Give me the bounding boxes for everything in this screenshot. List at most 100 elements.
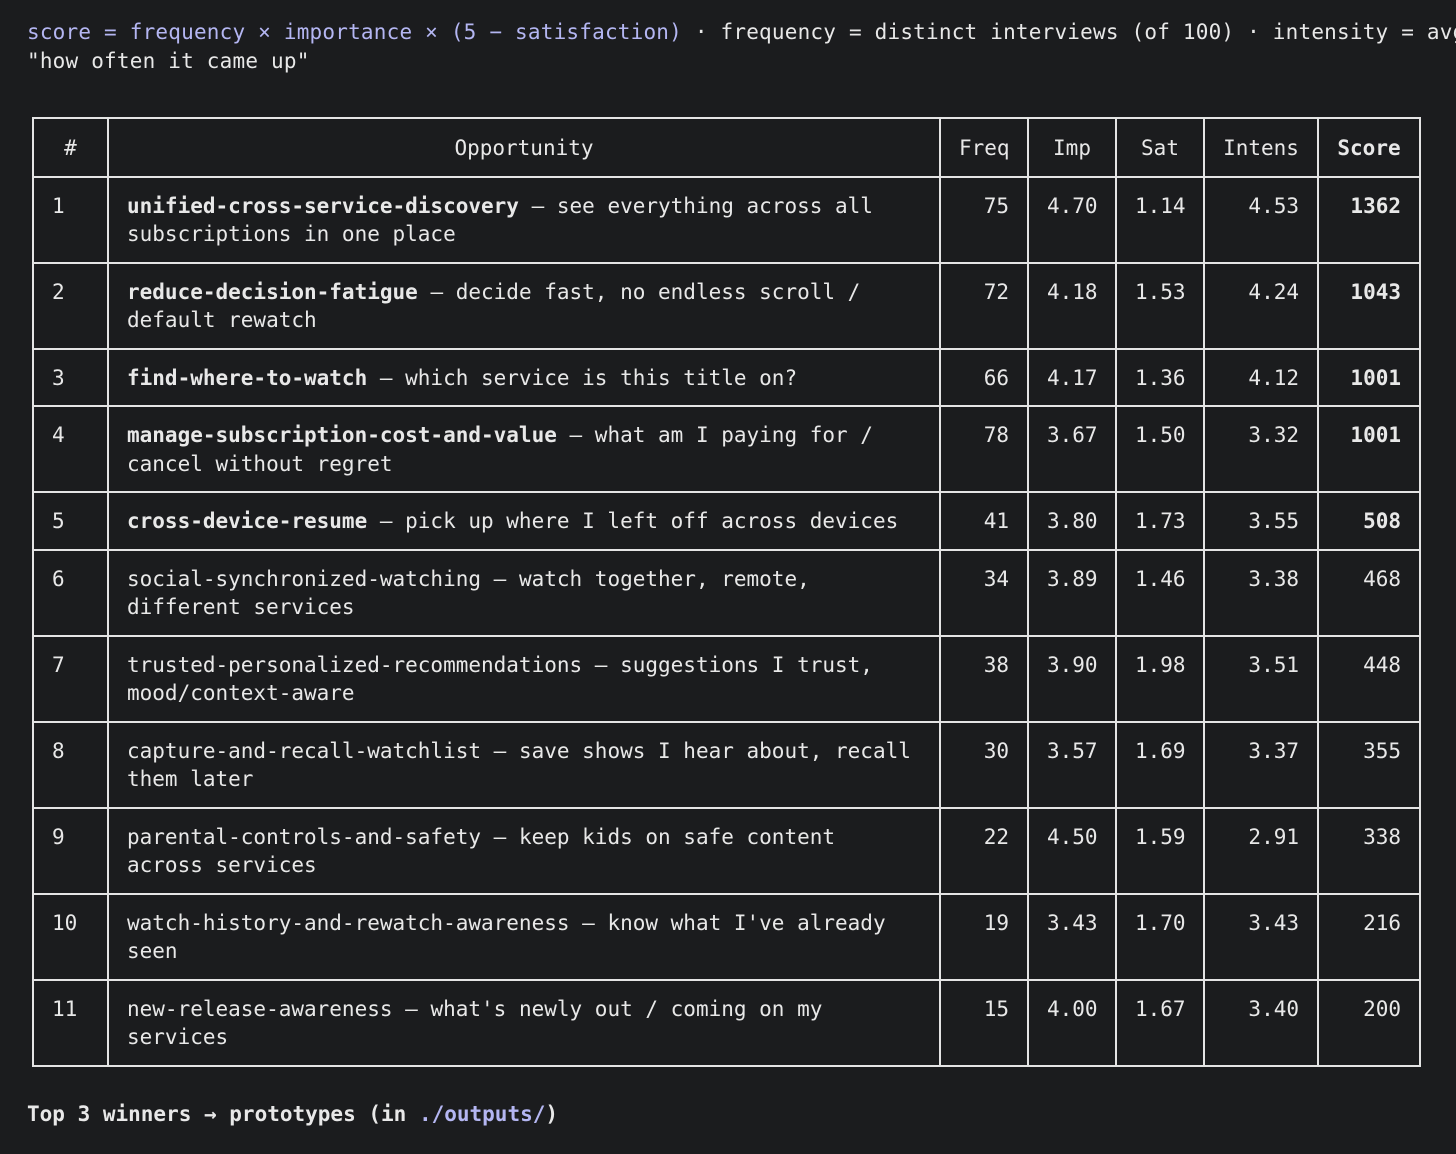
opportunity-cell: unified-cross-service-discovery — see ev… bbox=[107, 175, 941, 264]
score-cell: 508 bbox=[1317, 491, 1421, 551]
freq-cell: 34 bbox=[939, 548, 1029, 637]
intens-cell: 3.32 bbox=[1203, 405, 1319, 493]
col-header-freq: Freq bbox=[939, 117, 1029, 178]
opportunity-name: reduce-decision-fatigue bbox=[127, 279, 418, 304]
freq-cell: 30 bbox=[939, 720, 1029, 809]
imp-cell: 3.90 bbox=[1027, 634, 1117, 723]
rank-cell: 9 bbox=[32, 806, 109, 895]
sat-cell: 1.50 bbox=[1115, 405, 1205, 493]
formula-header: score = frequency × importance × (5 − sa… bbox=[27, 18, 1456, 76]
intens-cell: 4.12 bbox=[1203, 347, 1319, 407]
sat-cell: 1.69 bbox=[1115, 720, 1205, 809]
sat-cell: 1.46 bbox=[1115, 548, 1205, 637]
opportunity-description: — pick up where I left off across device… bbox=[367, 509, 899, 533]
table-row: 9 parental-controls-and-safety — keep kid… bbox=[32, 806, 1421, 895]
separator: · bbox=[682, 20, 721, 44]
sat-cell: 1.73 bbox=[1115, 491, 1205, 551]
score-cell: 448 bbox=[1317, 634, 1421, 723]
footer-suffix: ) bbox=[545, 1102, 559, 1126]
rank-cell: 4 bbox=[32, 405, 109, 493]
opportunity-name: find-where-to-watch bbox=[127, 365, 368, 390]
sat-cell: 1.98 bbox=[1115, 634, 1205, 723]
score-cell: 1001 bbox=[1317, 405, 1421, 493]
intensity-definition: intensity = avg bbox=[1272, 20, 1456, 44]
opportunity-name: capture-and-recall-watchlist bbox=[127, 738, 482, 763]
sat-cell: 1.70 bbox=[1115, 892, 1205, 981]
table-row: 8 capture-and-recall-watchlist — save sho… bbox=[32, 720, 1421, 809]
table-row: 5 cross-device-resume — pick up where I l… bbox=[32, 491, 1421, 551]
table-row: 1 unified-cross-service-discovery — see e… bbox=[32, 175, 1421, 264]
freq-cell: 66 bbox=[939, 347, 1029, 407]
opportunity-name: manage-subscription-cost-and-value bbox=[127, 423, 557, 447]
score-cell: 338 bbox=[1317, 806, 1421, 895]
table-row: 4 manage-subscription-cost-and-value — wh… bbox=[32, 405, 1421, 493]
table-row: 3 find-where-to-watch — which service is … bbox=[32, 347, 1421, 407]
sat-cell: 1.53 bbox=[1115, 261, 1205, 350]
score-cell: 355 bbox=[1317, 720, 1421, 809]
opportunity-cell: new-release-awareness — what's newly out… bbox=[107, 978, 941, 1067]
outputs-path: ./outputs/ bbox=[418, 1102, 546, 1126]
freq-cell: 15 bbox=[939, 978, 1029, 1067]
opportunity-name: unified-cross-service-discovery bbox=[127, 193, 519, 218]
frequency-definition: frequency = distinct interviews (of 100) bbox=[720, 20, 1235, 44]
sat-cell: 1.36 bbox=[1115, 347, 1205, 407]
score-formula: score = frequency × importance × (5 − sa… bbox=[27, 20, 682, 44]
rank-cell: 5 bbox=[32, 491, 109, 551]
rank-cell: 2 bbox=[32, 261, 109, 350]
rank-cell: 6 bbox=[32, 548, 109, 637]
sat-cell: 1.67 bbox=[1115, 978, 1205, 1067]
opportunity-cell: find-where-to-watch — which service is t… bbox=[107, 347, 941, 407]
col-header-score: Score bbox=[1317, 117, 1421, 178]
rank-cell: 7 bbox=[32, 634, 109, 723]
opportunity-cell: capture-and-recall-watchlist — save show… bbox=[107, 720, 941, 809]
intens-cell: 4.53 bbox=[1203, 175, 1319, 264]
table-row: 2 reduce-decision-fatigue — decide fast, … bbox=[32, 261, 1421, 350]
score-cell: 468 bbox=[1317, 548, 1421, 637]
opportunity-cell: parental-controls-and-safety — keep kids… bbox=[107, 806, 941, 895]
opportunity-cell: social-synchronized-watching — watch tog… bbox=[107, 548, 941, 637]
score-cell: 1362 bbox=[1317, 175, 1421, 264]
sat-cell: 1.59 bbox=[1115, 806, 1205, 895]
intens-cell: 2.91 bbox=[1203, 806, 1319, 895]
opportunity-name: cross-device-resume bbox=[127, 509, 368, 533]
footer-note: Top 3 winners → prototypes (in ./outputs… bbox=[27, 1102, 558, 1126]
intens-cell: 3.38 bbox=[1203, 548, 1319, 637]
imp-cell: 4.17 bbox=[1027, 347, 1117, 407]
score-cell: 1001 bbox=[1317, 347, 1421, 407]
opportunity-name: new-release-awareness bbox=[127, 996, 393, 1021]
opportunity-table: # Opportunity Freq Imp Sat Intens Score … bbox=[32, 117, 1421, 1067]
col-header-opportunity: Opportunity bbox=[107, 117, 941, 178]
score-cell: 216 bbox=[1317, 892, 1421, 981]
opportunity-cell: trusted-personalized-recommendations — s… bbox=[107, 634, 941, 723]
table-row: 6 social-synchronized-watching — watch to… bbox=[32, 548, 1421, 637]
intensity-definition-continued: "how often it came up" bbox=[27, 49, 310, 73]
opportunity-description: — which service is this title on? bbox=[367, 365, 798, 390]
imp-cell: 4.18 bbox=[1027, 261, 1117, 350]
opportunity-cell: watch-history-and-rewatch-awareness — kn… bbox=[107, 892, 941, 981]
opportunity-cell: cross-device-resume — pick up where I le… bbox=[107, 491, 941, 551]
intens-cell: 3.43 bbox=[1203, 892, 1319, 981]
intens-cell: 3.40 bbox=[1203, 978, 1319, 1067]
freq-cell: 38 bbox=[939, 634, 1029, 723]
freq-cell: 41 bbox=[939, 491, 1029, 551]
opportunity-cell: manage-subscription-cost-and-value — wha… bbox=[107, 405, 941, 493]
separator: · bbox=[1234, 20, 1273, 44]
score-cell: 1043 bbox=[1317, 261, 1421, 350]
rank-cell: 3 bbox=[32, 347, 109, 407]
imp-cell: 4.70 bbox=[1027, 175, 1117, 264]
col-header-intens: Intens bbox=[1203, 117, 1319, 178]
freq-cell: 75 bbox=[939, 175, 1029, 264]
imp-cell: 3.43 bbox=[1027, 892, 1117, 981]
opportunity-name: trusted-personalized-recommendations bbox=[127, 652, 583, 677]
imp-cell: 4.50 bbox=[1027, 806, 1117, 895]
intens-cell: 4.24 bbox=[1203, 261, 1319, 350]
freq-cell: 72 bbox=[939, 261, 1029, 350]
table-row: 11 new-release-awareness — what's newly o… bbox=[32, 978, 1421, 1067]
freq-cell: 78 bbox=[939, 405, 1029, 493]
score-cell: 200 bbox=[1317, 978, 1421, 1067]
imp-cell: 3.80 bbox=[1027, 491, 1117, 551]
intens-cell: 3.37 bbox=[1203, 720, 1319, 809]
sat-cell: 1.14 bbox=[1115, 175, 1205, 264]
table-row: 7 trusted-personalized-recommendations — … bbox=[32, 634, 1421, 723]
table-header-row: # Opportunity Freq Imp Sat Intens Score bbox=[32, 117, 1421, 178]
